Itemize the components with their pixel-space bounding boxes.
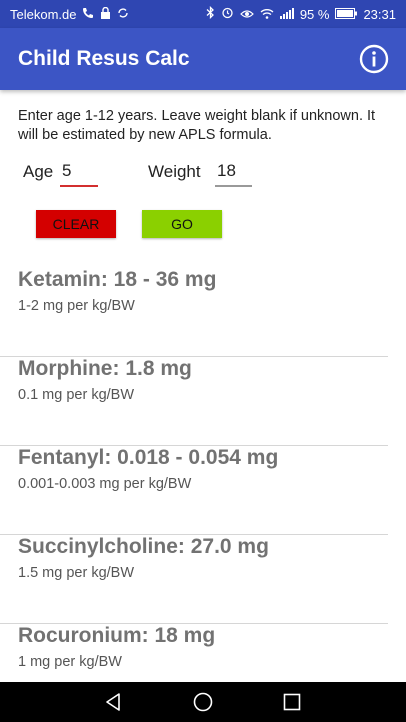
phone-icon <box>82 7 94 22</box>
main-content: Enter age 1-12 years. Leave weight blank… <box>0 90 406 682</box>
drug-title: Ketamin: 18 - 36 mg <box>18 268 217 291</box>
instructions-text: Enter age 1-12 years. Leave weight blank… <box>18 108 376 143</box>
drug-title: Fentanyl: 0.018 - 0.054 mg <box>18 446 279 469</box>
back-icon[interactable] <box>102 690 126 714</box>
weight-input[interactable] <box>215 161 252 187</box>
drug-item-rocuronium: Rocuronium: 18 mg 1 mg per kg/BW <box>0 624 388 682</box>
sync-icon <box>117 7 129 22</box>
drug-item-fentanyl: Fentanyl: 0.018 - 0.054 mg 0.001-0.003 m… <box>0 446 388 535</box>
lock-icon <box>100 6 111 22</box>
drug-title: Rocuronium: 18 mg <box>18 624 216 647</box>
eye-icon <box>239 7 254 22</box>
recents-icon[interactable] <box>280 690 304 714</box>
bluetooth-icon <box>206 5 215 22</box>
drug-dose: 1-2 mg per kg/BW <box>18 298 135 314</box>
drug-dose: 0.001-0.003 mg per kg/BW <box>18 476 192 492</box>
app-title: Child Resus Calc <box>18 47 190 70</box>
drug-title: Morphine: 1.8 mg <box>18 357 192 380</box>
drug-item-succinylcholine: Succinylcholine: 27.0 mg 1.5 mg per kg/B… <box>0 535 388 624</box>
wifi-icon <box>260 7 274 22</box>
drug-title: Succinylcholine: 27.0 mg <box>18 535 269 558</box>
drug-item-morphine: Morphine: 1.8 mg 0.1 mg per kg/BW <box>0 357 388 446</box>
info-icon[interactable] <box>358 43 390 75</box>
signal-icon <box>279 7 294 22</box>
drug-dose: 1 mg per kg/BW <box>18 654 122 670</box>
age-label: Age <box>23 162 54 181</box>
alarm-icon <box>221 6 234 22</box>
weight-label: Weight <box>148 162 201 181</box>
home-icon[interactable] <box>191 690 215 714</box>
navigation-bar <box>0 682 406 722</box>
drug-item-ketamin: Ketamin: 18 - 36 mg 1-2 mg per kg/BW <box>0 268 388 357</box>
status-right: 95 % 23:31 <box>206 5 396 22</box>
battery-percent: 95 % <box>299 6 330 22</box>
app-bar: Child Resus Calc <box>0 28 406 90</box>
drug-dose: 1.5 mg per kg/BW <box>18 565 135 581</box>
go-button[interactable]: GO <box>142 210 222 238</box>
carrier-name: Telekom.de <box>10 6 77 22</box>
status-left: Telekom.de <box>10 6 129 22</box>
clear-button[interactable]: CLEAR <box>36 210 116 238</box>
status-bar: Telekom.de 95 % 23:31 <box>0 0 406 28</box>
drug-dose: 0.1 mg per kg/BW <box>18 387 135 403</box>
battery-icon <box>335 7 358 22</box>
age-input[interactable] <box>60 161 98 187</box>
clock: 23:31 <box>363 6 396 22</box>
